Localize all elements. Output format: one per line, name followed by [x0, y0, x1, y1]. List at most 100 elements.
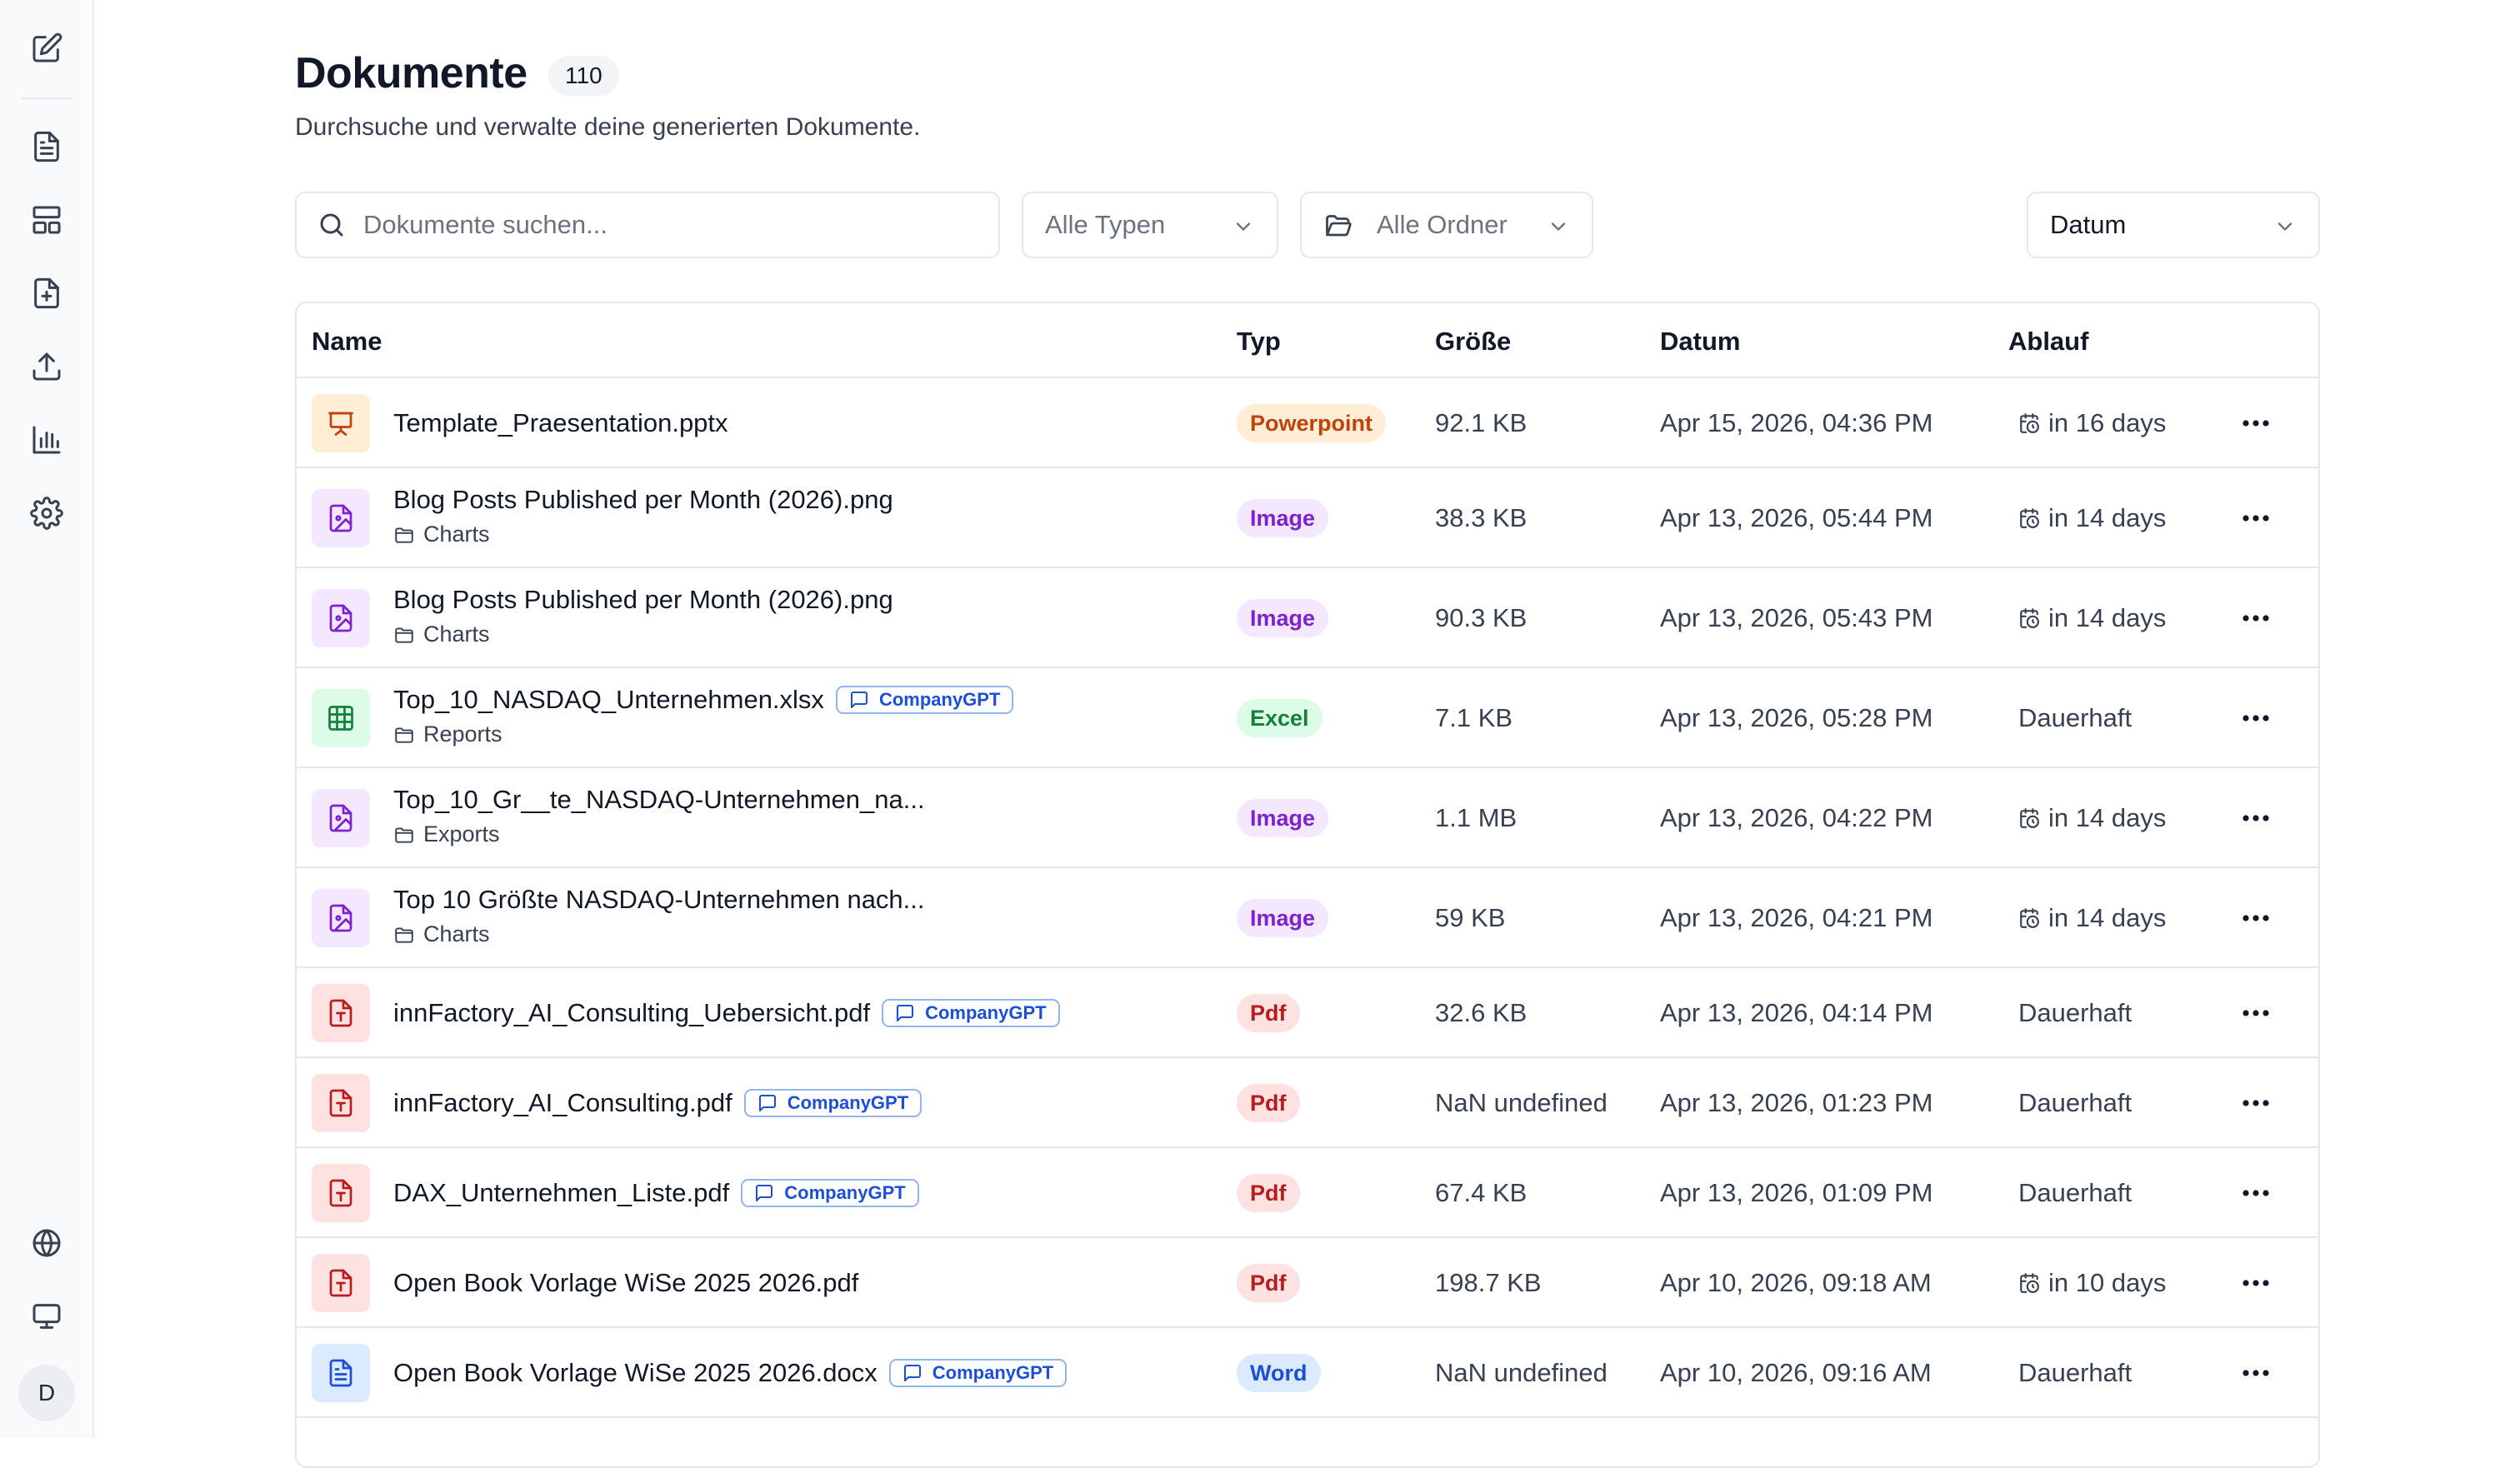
file-name-text[interactable]: Open Book Vorlage WiSe 2025 2026.docx [393, 1358, 878, 1388]
sidebar-item-settings[interactable] [22, 488, 72, 538]
chevron-down-icon [1551, 222, 1566, 231]
folder-filter-select[interactable]: Alle Ordner [1300, 192, 1593, 258]
row-actions-button[interactable] [2235, 1266, 2277, 1300]
file-name[interactable]: innFactory_AI_Consulting.pdf CompanyGPT [393, 1088, 922, 1118]
row-actions-button[interactable] [2235, 602, 2277, 635]
more-horizontal-icon [2242, 815, 2269, 821]
table-row[interactable]: Blog Posts Published per Month (2026).pn… [297, 568, 2318, 668]
more-horizontal-icon [2242, 1010, 2269, 1016]
image-file-icon [329, 604, 352, 632]
column-header-size[interactable]: Größe [1435, 327, 1511, 357]
search-input[interactable] [362, 209, 978, 241]
table-row[interactable]: Top 10 Größte NASDAQ-Unternehmen nach...… [297, 868, 2318, 968]
file-expiry-text: in 14 days [2048, 603, 2167, 632]
settings-icon [30, 497, 63, 530]
file-size: 38.3 KB [1435, 503, 1528, 532]
file-name-text[interactable]: Top_10_Gr__te_NASDAQ-Unternehmen_na... [393, 785, 925, 815]
more-horizontal-icon [2242, 1100, 2269, 1106]
monitor-icon [32, 1304, 61, 1329]
column-header-date[interactable]: Datum [1660, 327, 1740, 357]
file-name[interactable]: Top_10_Gr__te_NASDAQ-Unternehmen_na... [393, 785, 925, 815]
type-filter-select[interactable]: Alle Typen [1022, 192, 1278, 258]
file-name-text[interactable]: Blog Posts Published per Month (2026).pn… [393, 485, 893, 515]
sidebar-item-upload[interactable] [22, 342, 72, 392]
image-file-icon [329, 904, 352, 932]
type-badge: Pdf [1237, 1084, 1300, 1122]
file-name[interactable]: Open Book Vorlage WiSe 2025 2026.pdf [393, 1268, 858, 1298]
file-size: 59 KB [1435, 903, 1506, 932]
documents-table: Name Typ Größe Datum Ablauf Template_Pra… [295, 302, 2320, 1468]
file-name-text[interactable]: Top 10 Größte NASDAQ-Unternehmen nach... [393, 885, 925, 915]
row-actions-button[interactable] [2235, 996, 2277, 1030]
sidebar-item-new-document[interactable] [22, 268, 72, 318]
file-name[interactable]: Open Book Vorlage WiSe 2025 2026.docx Co… [393, 1358, 1068, 1388]
chevron-down-icon [2278, 222, 2292, 231]
file-size: NaN undefined [1435, 1358, 1608, 1387]
row-actions-button[interactable] [2235, 1176, 2277, 1210]
column-header-expiry[interactable]: Ablauf [2008, 327, 2088, 357]
row-actions-button[interactable] [2235, 1356, 2277, 1390]
file-type-icon [312, 889, 370, 947]
file-name[interactable]: DAX_Unternehmen_Liste.pdf CompanyGPT [393, 1178, 919, 1208]
sidebar-item-templates[interactable] [22, 195, 72, 245]
globe-icon [32, 1229, 61, 1257]
file-expiry-text: Dauerhaft [2018, 998, 2132, 1027]
file-name[interactable]: innFactory_AI_Consulting_Uebersicht.pdf … [393, 998, 1060, 1028]
file-name-text[interactable]: Open Book Vorlage WiSe 2025 2026.pdf [393, 1268, 858, 1298]
calendar-clock-icon [2020, 413, 2039, 433]
type-badge: Image [1237, 899, 1329, 937]
file-name-text[interactable]: DAX_Unternehmen_Liste.pdf [393, 1178, 729, 1208]
sidebar-divider [22, 97, 72, 99]
folder-icon [395, 926, 413, 943]
file-name-text[interactable]: Top_10_NASDAQ_Unternehmen.xlsx [393, 685, 824, 715]
row-actions-button[interactable] [2235, 1086, 2277, 1120]
file-name[interactable]: Top 10 Größte NASDAQ-Unternehmen nach... [393, 885, 925, 915]
table-row[interactable]: Blog Posts Published per Month (2026).pn… [297, 468, 2318, 568]
calendar-clock-icon [2020, 808, 2039, 828]
table-row[interactable]: Top_10_Gr__te_NASDAQ-Unternehmen_na... E… [297, 768, 2318, 868]
table-row[interactable]: Open Book Vorlage WiSe 2025 2026.pdf Pdf 1… [297, 1238, 2318, 1328]
table-row[interactable]: DAX_Unternehmen_Liste.pdf CompanyGPT Pdf 6… [297, 1148, 2318, 1238]
row-actions-button[interactable] [2235, 901, 2277, 935]
file-expiry-text: in 14 days [2048, 503, 2167, 532]
file-expiry-text: in 10 days [2048, 1268, 2167, 1297]
file-date: Apr 15, 2026, 04:36 PM [1660, 408, 1933, 437]
file-name-text[interactable]: Blog Posts Published per Month (2026).pn… [393, 585, 893, 615]
file-date: Apr 13, 2026, 01:09 PM [1660, 1178, 1933, 1207]
file-expiry: Dauerhaft [2018, 1178, 2132, 1208]
row-actions-button[interactable] [2235, 801, 2277, 835]
file-name-text[interactable]: Template_Praesentation.pptx [393, 408, 728, 438]
table-row[interactable]: innFactory_AI_Consulting.pdf CompanyGPT P… [297, 1058, 2318, 1148]
sort-select[interactable]: Datum [2027, 192, 2320, 258]
more-horizontal-icon [2242, 915, 2269, 921]
search-box[interactable] [295, 192, 1000, 258]
more-horizontal-icon [2242, 420, 2269, 427]
file-expiry-text: Dauerhaft [2018, 703, 2132, 732]
sidebar-item-documents[interactable] [22, 122, 72, 172]
display-button[interactable] [22, 1291, 72, 1341]
file-size: 32.6 KB [1435, 998, 1528, 1027]
language-button[interactable] [22, 1218, 72, 1268]
file-name-text[interactable]: innFactory_AI_Consulting_Uebersicht.pdf [393, 998, 870, 1028]
page-subtitle: Durchsuche und verwalte deine generierte… [295, 113, 921, 141]
sidebar-item-analytics[interactable] [22, 415, 72, 465]
file-name[interactable]: Top_10_NASDAQ_Unternehmen.xlsx CompanyGP… [393, 685, 1014, 715]
file-name[interactable]: Blog Posts Published per Month (2026).pn… [393, 585, 893, 615]
file-name[interactable]: Blog Posts Published per Month (2026).pn… [393, 485, 893, 515]
column-header-name[interactable]: Name [312, 327, 382, 357]
table-row[interactable]: innFactory_AI_Consulting_Uebersicht.pdf … [297, 968, 2318, 1058]
pdf-file-icon [329, 999, 352, 1027]
table-row[interactable]: Top_10_NASDAQ_Unternehmen.xlsx CompanyGP… [297, 668, 2318, 768]
new-chat-button[interactable] [22, 23, 72, 73]
row-actions-button[interactable] [2235, 702, 2277, 735]
avatar[interactable]: D [18, 1365, 75, 1421]
column-header-type[interactable]: Typ [1237, 327, 1281, 357]
row-actions-button[interactable] [2235, 407, 2277, 440]
table-row[interactable]: Open Book Vorlage WiSe 2025 2026.docx Co… [297, 1328, 2318, 1418]
row-actions-button[interactable] [2235, 502, 2277, 535]
layout-icon [32, 206, 61, 234]
folder-icon [395, 826, 413, 843]
file-name-text[interactable]: innFactory_AI_Consulting.pdf [393, 1088, 732, 1118]
table-row[interactable]: Template_Praesentation.pptx Powerpoint 92.… [297, 378, 2318, 468]
file-name[interactable]: Template_Praesentation.pptx [393, 408, 728, 438]
